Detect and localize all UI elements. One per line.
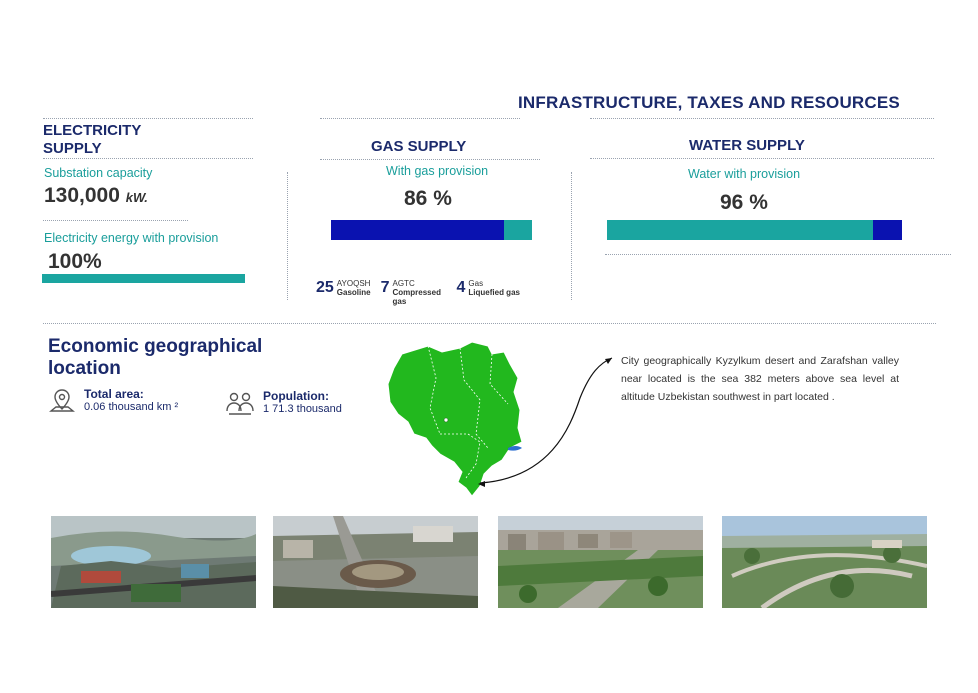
divider [43,220,188,221]
divider [590,118,934,119]
water-bar-filled [607,220,873,240]
water-title: WATER SUPPLY [689,137,805,154]
city-photo [722,516,927,608]
divider [320,118,520,119]
location-description: City geographically Kyzylkum desert and … [621,355,899,403]
station-item: 7 AGTC Compressed gas [380,279,441,306]
station-item: 25 AYOQSH Gasoline [316,279,371,297]
water-provision-bar [607,220,902,240]
gas-title: GAS SUPPLY [371,138,467,155]
divider [287,172,288,300]
map-region-shape [387,341,523,497]
substation-capacity-label: Substation capacity [44,166,153,180]
city-photo [273,516,478,608]
population: Population: 1 71.3 thousand [225,389,342,422]
city-photo [51,516,256,608]
electricity-provision-value: 100% [48,250,102,273]
page-title: INFRASTRUCTURE, TAXES AND RESOURCES [518,93,900,112]
total-area-value: 0.06 thousand km ² [84,401,179,413]
gas-bar-rest [503,220,532,240]
city-photo [498,516,703,608]
water-provision-label: Water with provision [688,167,801,181]
gas-bar-filled [331,220,504,240]
population-label: Population: [263,389,329,403]
water-bar-rest [872,220,902,240]
section-divider [43,323,936,324]
divider [43,158,253,159]
total-area: Total area: 0.06 thousand km ² [48,387,178,420]
population-value: 1 71.3 thousand [263,403,342,415]
substation-capacity-value: 130,000 kW. [44,184,148,207]
station-item: 4 Gas Liquefied gas [456,279,520,297]
divider [590,158,934,159]
gas-provision-bar [331,220,532,240]
gas-provision-label: With gas provision [386,164,489,178]
location-pin-icon [48,387,76,420]
electricity-title: ELECTRICITY SUPPLY [43,122,142,157]
capacity-unit: kW. [125,190,148,205]
divider [571,172,572,300]
electricity-provision-label: Electricity energy with provision [44,231,219,245]
people-icon [225,389,255,422]
gas-provision-value: 86 % [404,187,452,210]
water-provision-value: 96 % [720,191,768,214]
total-area-label: Total area: [84,387,144,401]
divider [605,254,951,255]
gas-stations: 25 AYOQSH Gasoline 7 AGTC Compressed gas 4… [316,279,520,306]
divider [320,159,540,160]
economic-title: Economic geographical location [48,336,263,379]
divider [43,118,253,119]
electricity-provision-bar [42,274,245,283]
